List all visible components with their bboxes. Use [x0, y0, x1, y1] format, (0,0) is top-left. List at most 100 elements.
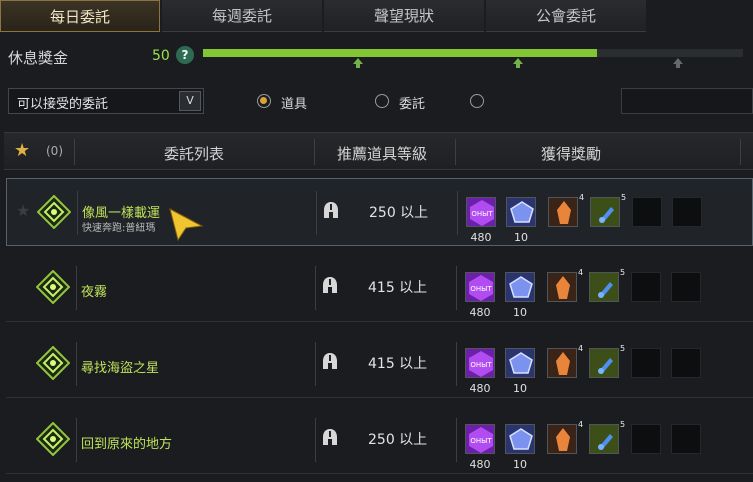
quest-filter-select[interactable]: 可以接受的委託 V	[8, 88, 204, 114]
tab-weekly[interactable]: 每週委託	[162, 0, 322, 32]
reward-tier: 5	[620, 344, 626, 353]
purple-crystal-icon[interactable]: ОНЫТ	[466, 197, 496, 227]
purple-crystal-icon[interactable]: ОНЫТ	[465, 272, 495, 302]
quest-emblem-icon	[36, 422, 70, 456]
required-level: 415 以上	[368, 356, 428, 372]
reward-quantity: 10	[514, 231, 528, 244]
helmet-icon	[324, 202, 338, 218]
quest-name: 夜霧	[81, 285, 108, 300]
divider	[76, 418, 77, 462]
reward-tier: 4	[579, 193, 585, 202]
quest-name: 尋找海盜之星	[81, 361, 160, 376]
helmet-icon	[323, 353, 337, 369]
divider	[316, 191, 317, 235]
divider	[457, 191, 458, 235]
favorite-count: (0)	[46, 144, 63, 158]
quest-row[interactable]: ★ 像風一樣載運 快速奔跑:普紐瑪 250 以上 ОНЫТ 480 10 4 5	[6, 178, 753, 246]
empty-reward-slot	[631, 272, 661, 302]
blue-gem-icon[interactable]	[505, 272, 535, 302]
reward-text: ОНЫТ	[470, 285, 492, 293]
helmet-icon	[323, 277, 337, 293]
rest-bonus-row: 休息獎金 50 ?	[0, 40, 753, 72]
favorite-star-icon[interactable]: ★	[16, 201, 30, 220]
radio-item[interactable]	[257, 94, 271, 108]
divider	[455, 139, 456, 165]
helmet-icon	[323, 429, 337, 445]
rest-bonus-label: 休息獎金	[8, 49, 69, 67]
quest-row[interactable]: 回到原來的地方 250 以上 ОНЫТ 480 10 4 5	[6, 406, 753, 474]
quest-emblem-icon	[36, 346, 70, 380]
quest-subtitle: 快速奔跑:普紐瑪	[82, 223, 156, 234]
blue-gem-icon[interactable]	[506, 197, 536, 227]
reward-text: ОНЫТ	[470, 437, 492, 445]
reward-tier: 5	[621, 193, 627, 202]
header-recommended-level: 推薦道具等級	[337, 145, 428, 163]
quest-row[interactable]: 夜霧 415 以上 ОНЫТ 480 10 4 5	[6, 254, 753, 322]
tier-arrow-icon	[513, 58, 523, 68]
reward-quantity: 480	[469, 306, 491, 319]
reward-tier: 5	[620, 420, 626, 429]
empty-reward-slot	[671, 424, 701, 454]
tier-arrow-icon	[673, 58, 683, 68]
reward-tier: 4	[578, 420, 584, 429]
tab-reputation[interactable]: 聲望現狀	[324, 0, 484, 32]
blue-gem-icon[interactable]	[505, 348, 535, 378]
empty-reward-slot	[672, 197, 702, 227]
reward-quantity: 10	[513, 458, 527, 471]
required-level: 250 以上	[368, 432, 428, 448]
blue-gem-icon[interactable]	[505, 424, 535, 454]
divider	[76, 266, 77, 310]
rest-bonus-fill	[203, 49, 598, 57]
blue-potion-icon[interactable]	[589, 272, 619, 302]
blue-potion-icon[interactable]	[589, 348, 619, 378]
divider	[315, 418, 316, 462]
quest-emblem-icon	[37, 195, 71, 229]
reward-quantity: 10	[513, 382, 527, 395]
search-input[interactable]	[621, 88, 753, 114]
reward-quantity: 10	[513, 306, 527, 319]
reward-text: ОНЫТ	[471, 210, 493, 218]
radio-quest[interactable]	[375, 94, 389, 108]
empty-reward-slot	[632, 197, 662, 227]
rest-bonus-value: 50	[152, 48, 170, 64]
reward-quantity: 480	[469, 382, 491, 395]
divider	[456, 342, 457, 386]
blue-potion-icon[interactable]	[590, 197, 620, 227]
divider	[74, 139, 75, 165]
quest-filter-value: 可以接受的委託	[17, 97, 109, 112]
divider	[740, 139, 741, 165]
blue-potion-icon[interactable]	[589, 424, 619, 454]
radio-quest-label: 委託	[399, 97, 426, 112]
reward-text: ОНЫТ	[470, 361, 492, 369]
tab-daily[interactable]: 每日委託	[0, 0, 160, 32]
rest-bonus-bar	[203, 49, 743, 57]
empty-reward-slot	[631, 348, 661, 378]
reward-quantity: 480	[470, 231, 492, 244]
tab-guild[interactable]: 公會委託	[486, 0, 646, 32]
empty-reward-slot	[631, 424, 661, 454]
chevron-down-icon[interactable]: V	[179, 91, 201, 111]
reward-quantity: 480	[469, 458, 491, 471]
purple-crystal-icon[interactable]: ОНЫТ	[465, 348, 495, 378]
reward-tier: 5	[620, 268, 626, 277]
quest-row[interactable]: 尋找海盜之星 415 以上 ОНЫТ 480 10 4 5	[6, 330, 753, 398]
header-quest-list: 委託列表	[164, 145, 225, 163]
amber-crystal-icon[interactable]	[547, 348, 577, 378]
divider	[315, 266, 316, 310]
reward-tier: 4	[578, 268, 584, 277]
radio-item-label: 道具	[281, 97, 308, 112]
amber-crystal-icon[interactable]	[547, 424, 577, 454]
amber-crystal-icon[interactable]	[548, 197, 578, 227]
help-icon[interactable]: ?	[176, 46, 194, 64]
divider	[315, 342, 316, 386]
purple-crystal-icon[interactable]: ОНЫТ	[465, 424, 495, 454]
radio-other[interactable]	[470, 94, 484, 108]
star-icon[interactable]: ★	[14, 140, 30, 161]
reward-tier: 4	[578, 344, 584, 353]
tab-bar: 每日委託 每週委託 聲望現狀 公會委託	[0, 0, 753, 32]
cursor-icon	[169, 208, 204, 242]
filter-row: 可以接受的委託 V 道具 委託	[0, 86, 753, 118]
required-level: 250 以上	[369, 205, 429, 221]
quest-name: 回到原來的地方	[81, 437, 173, 452]
amber-crystal-icon[interactable]	[547, 272, 577, 302]
